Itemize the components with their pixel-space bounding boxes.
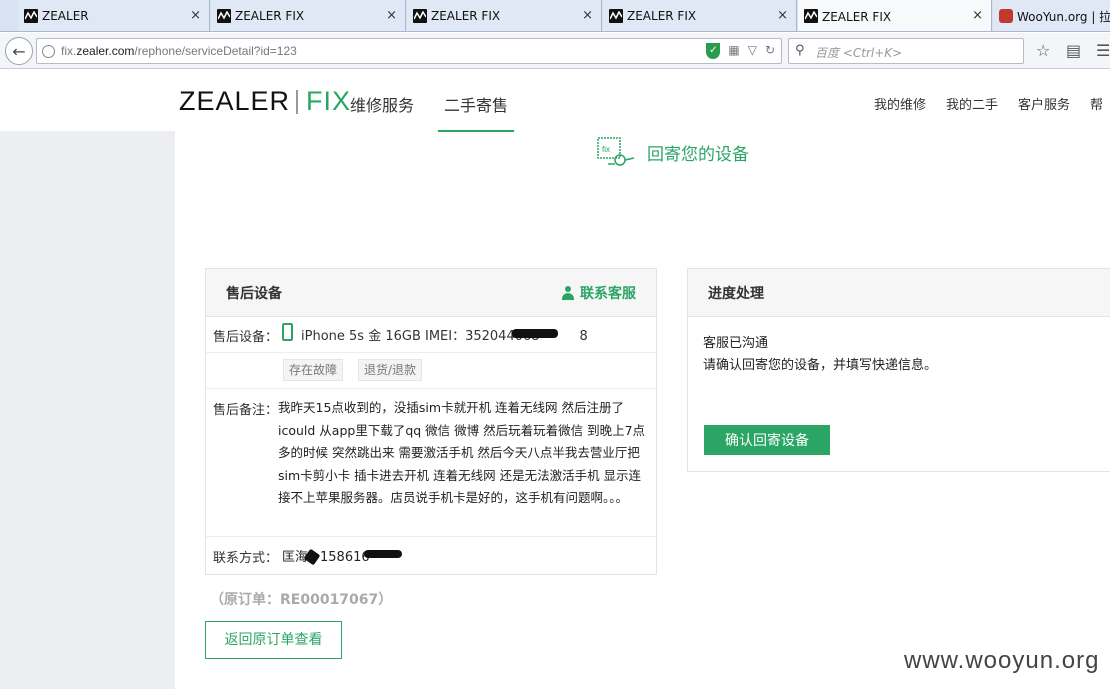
zealer-favicon-icon bbox=[609, 9, 623, 23]
shield-icon[interactable]: ✓ bbox=[706, 43, 721, 59]
globe-icon bbox=[42, 45, 55, 58]
url-actions: ✓ ▦ ▽ ↻ bbox=[706, 43, 775, 59]
bookmark-star-icon[interactable]: ☆ bbox=[1036, 41, 1050, 60]
tab-label: ZEALER FIX bbox=[235, 9, 305, 23]
close-icon[interactable]: × bbox=[972, 8, 983, 23]
browser-tab-5-active[interactable]: ZEALER FIX × bbox=[798, 0, 992, 31]
tag-return-refund: 退货/退款 bbox=[358, 359, 423, 381]
browser-nav-bar: ← fix.zealer.com/rephone/serviceDetail?i… bbox=[0, 33, 1110, 69]
progress-message: 客服已沟通 请确认回寄您的设备，并填写快递信息。 bbox=[703, 333, 937, 377]
tab-label: ZEALER bbox=[42, 9, 89, 23]
step-title: 回寄您的设备 bbox=[647, 145, 749, 165]
redaction-mark bbox=[364, 550, 402, 558]
nav-second-hand[interactable]: 二手寄售 bbox=[438, 92, 515, 132]
zealer-favicon-icon bbox=[217, 9, 231, 23]
ship-back-device-icon: fix bbox=[597, 137, 635, 166]
confirm-ship-back-button[interactable]: 确认回寄设备 bbox=[704, 425, 830, 455]
contact-info-value: 匡海 158616 bbox=[282, 550, 370, 565]
search-icon: ⚲ bbox=[795, 43, 805, 58]
progress-status: 客服已沟通 bbox=[703, 336, 769, 351]
tab-label: ZEALER FIX bbox=[822, 9, 892, 24]
tab-label: ZEALER FIX bbox=[431, 9, 501, 23]
nav-my-second-hand[interactable]: 我的二手 bbox=[946, 94, 998, 113]
nav-my-repairs[interactable]: 我的维修 bbox=[874, 94, 926, 113]
qr-code-icon[interactable]: ▦ bbox=[728, 43, 739, 59]
note-row: 售后备注： 我昨天15点收到的，没插sim卡就开机 连着无线网 然后注册了ico… bbox=[206, 389, 656, 537]
original-order-number: （原订单：RE00017067） bbox=[210, 592, 393, 608]
close-icon[interactable]: × bbox=[582, 8, 593, 23]
progress-title: 进度处理 bbox=[708, 286, 764, 302]
back-arrow-icon[interactable]: ← bbox=[5, 37, 33, 65]
browser-tab-3[interactable]: ZEALER FIX × bbox=[407, 0, 602, 31]
device-label: 售后设备： bbox=[213, 330, 279, 345]
phone-icon bbox=[282, 323, 293, 341]
progress-header: 进度处理 bbox=[688, 269, 1110, 317]
nav-repair-service[interactable]: 维修服务 bbox=[350, 92, 414, 116]
left-sidebar-background bbox=[0, 131, 175, 689]
site-header: ZEALER FIX 维修服务 二手寄售 我的维修 我的二手 客户服务 帮 bbox=[0, 70, 1110, 132]
user-nav: 我的维修 我的二手 客户服务 帮 bbox=[874, 94, 1103, 113]
contact-service-link[interactable]: 联系客服 bbox=[562, 283, 636, 303]
view-original-order-button[interactable]: 返回原订单查看 bbox=[205, 621, 342, 659]
tab-label: WooYun.org | 拉 bbox=[1017, 9, 1110, 24]
main-nav: 维修服务 二手寄售 bbox=[350, 92, 515, 132]
menu-icon[interactable]: ☰ bbox=[1096, 41, 1110, 60]
zealer-favicon-icon bbox=[804, 9, 818, 23]
tab-label: ZEALER FIX bbox=[627, 9, 697, 23]
tags-row: 存在故障 退货/退款 bbox=[206, 353, 656, 389]
nav-customer-service[interactable]: 客户服务 bbox=[1018, 94, 1070, 113]
browser-tab-6[interactable]: WooYun.org | 拉 bbox=[993, 0, 1110, 31]
browser-tab-4[interactable]: ZEALER FIX × bbox=[603, 0, 797, 31]
contact-info-label: 联系方式： bbox=[213, 551, 279, 566]
search-box[interactable]: ⚲ 百度 <Ctrl+K> bbox=[788, 38, 1024, 64]
browser-tab-1[interactable]: ZEALER × bbox=[18, 0, 210, 31]
url-text: fix.zealer.com/rephone/serviceDetail?id=… bbox=[61, 44, 297, 58]
close-icon[interactable]: × bbox=[777, 8, 788, 23]
wooyun-watermark: www.wooyun.org bbox=[904, 647, 1100, 674]
zealer-favicon-icon bbox=[413, 9, 427, 23]
progress-panel: 进度处理 客服已沟通 请确认回寄您的设备，并填写快递信息。 确认回寄设备 bbox=[687, 268, 1110, 472]
wooyun-favicon-icon bbox=[999, 9, 1013, 23]
after-sales-header: 售后设备 联系客服 bbox=[206, 269, 656, 317]
zealer-favicon-icon bbox=[24, 9, 38, 23]
user-icon bbox=[562, 286, 574, 300]
nav-help[interactable]: 帮 bbox=[1090, 94, 1103, 113]
browser-tab-bar: ZEALER × ZEALER FIX × ZEALER FIX × ZEALE… bbox=[0, 0, 1110, 32]
progress-instruction: 请确认回寄您的设备，并填写快递信息。 bbox=[703, 358, 938, 373]
after-sales-title: 售后设备 bbox=[226, 286, 282, 302]
note-label: 售后备注： bbox=[213, 403, 279, 418]
note-text: 我昨天15点收到的，没插sim卡就开机 连着无线网 然后注册了icould 从a… bbox=[278, 400, 646, 505]
dropdown-arrow-icon[interactable]: ▽ bbox=[748, 43, 757, 59]
contact-info-row: 联系方式： 匡海 158616 bbox=[206, 537, 656, 575]
browser-tab-2[interactable]: ZEALER FIX × bbox=[211, 0, 406, 31]
search-placeholder: 百度 <Ctrl+K> bbox=[815, 46, 903, 60]
redaction-mark bbox=[512, 329, 558, 338]
reading-list-icon[interactable]: ▤ bbox=[1066, 41, 1081, 60]
close-icon[interactable]: × bbox=[386, 8, 397, 23]
tag-fault: 存在故障 bbox=[283, 359, 344, 381]
zealer-fix-logo[interactable]: ZEALER FIX bbox=[179, 86, 351, 117]
close-icon[interactable]: × bbox=[190, 8, 201, 23]
svg-text:fix: fix bbox=[602, 145, 610, 154]
reload-icon[interactable]: ↻ bbox=[765, 43, 775, 59]
after-sales-panel: 售后设备 联系客服 售后设备： iPhone 5s 金 16GB IMEI：35… bbox=[205, 268, 657, 575]
device-row: 售后设备： iPhone 5s 金 16GB IMEI：352044068 8 bbox=[206, 317, 656, 353]
url-bar[interactable]: fix.zealer.com/rephone/serviceDetail?id=… bbox=[36, 38, 782, 64]
contact-service-label: 联系客服 bbox=[580, 286, 636, 302]
